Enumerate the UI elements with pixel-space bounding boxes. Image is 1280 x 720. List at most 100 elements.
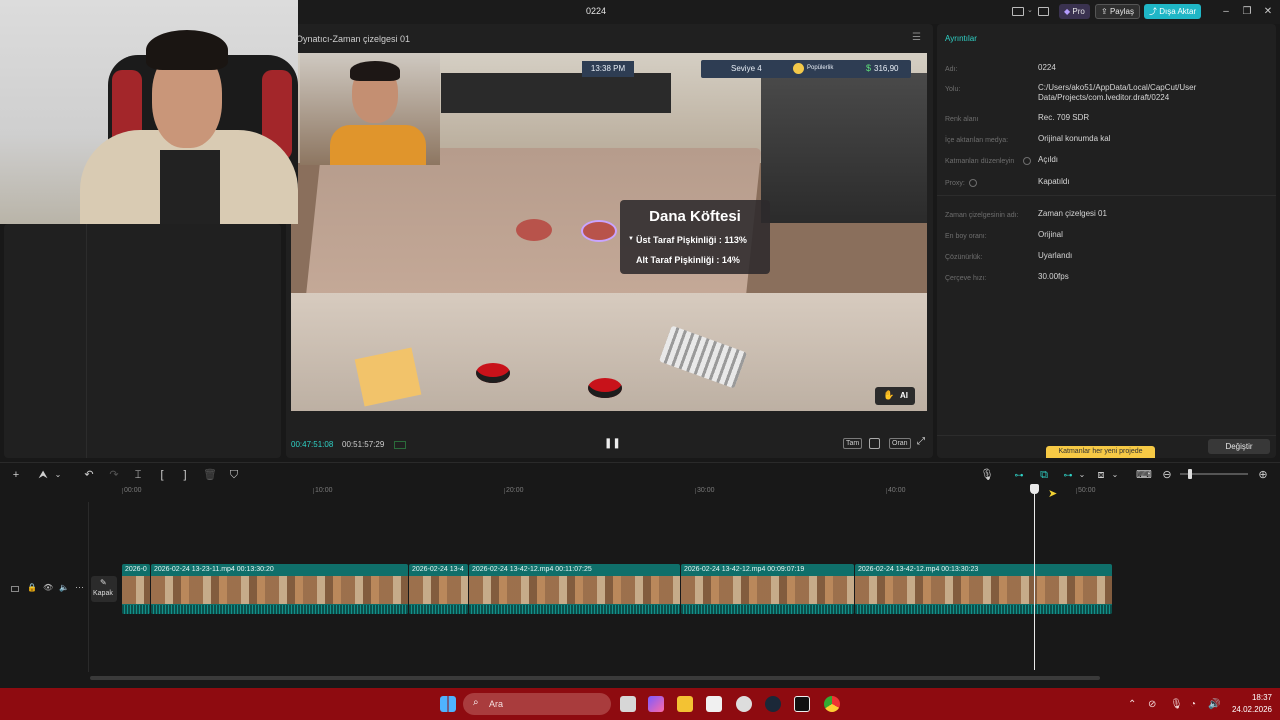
volume-icon[interactable]: 🔊 — [1208, 699, 1220, 710]
detail-label: Çerçeve hızı: — [945, 275, 987, 282]
ruler-tick — [695, 488, 696, 494]
player-title: Oynatıcı-Zaman çizelgesi 01 — [296, 34, 411, 44]
person-hair — [146, 30, 228, 70]
item-popup: Dana Köftesi ▼ Üst Taraf Pişkinliği : 11… — [620, 200, 770, 274]
info-icon[interactable] — [1023, 157, 1031, 165]
player-menu-icon[interactable]: ☰ — [912, 32, 921, 43]
edit-icon: ✎ — [100, 578, 107, 587]
timeline-scrollbar[interactable] — [90, 676, 1100, 680]
info-icon[interactable] — [969, 179, 977, 187]
search-icon: ⌕ — [473, 697, 479, 708]
focus-icon[interactable] — [869, 438, 880, 449]
steam-icon[interactable] — [765, 696, 781, 712]
trim-right-icon[interactable]: ] — [178, 468, 192, 482]
full-quality-button[interactable]: Tam — [843, 438, 863, 449]
speaker-icon[interactable]: 🔈 — [59, 583, 69, 592]
chevron-down-icon[interactable]: ⌄ — [1108, 468, 1122, 482]
clock-date[interactable]: 24.02.2026 — [1226, 705, 1272, 714]
export-button[interactable]: ⤴ Dışa Aktar — [1144, 4, 1202, 19]
track-toggle-icon[interactable] — [11, 586, 19, 592]
fullscreen-icon[interactable]: ⤢ — [917, 436, 925, 447]
microphone-icon[interactable]: 🎙 — [980, 468, 994, 482]
zoom-out-icon[interactable]: ⊖ — [1160, 468, 1174, 482]
add-icon[interactable]: + — [9, 468, 23, 482]
audio-meter-icon — [394, 441, 406, 449]
video-preview[interactable]: 13:38 PM Seviye 4 Popülerlik $ 316,90 Da… — [291, 53, 927, 411]
details-divider — [937, 195, 1276, 196]
close-button[interactable]: ✕ — [1261, 5, 1275, 19]
maximize-button[interactable]: ❐ — [1240, 5, 1254, 19]
caption-icon[interactable]: ⌨ — [1136, 468, 1152, 482]
change-button[interactable]: Değiştir — [1208, 439, 1270, 454]
delete-icon[interactable]: 🗑 — [203, 468, 217, 482]
video-clip[interactable]: 2026-02-24 13-23-11.mp4 00:13:30:20 — [151, 564, 408, 614]
network-icon[interactable]: ⊘ — [1148, 699, 1156, 710]
diamond-icon: ◆ — [1064, 7, 1071, 16]
ruler-label: 20:00 — [506, 487, 524, 494]
link-main-track-icon[interactable]: ⊶ — [1012, 468, 1026, 482]
shield-icon[interactable]: ⛉ — [227, 468, 241, 482]
taskbar-search[interactable]: ⌕ Ara — [463, 693, 611, 715]
zoom-in-icon[interactable]: ⊕ — [1256, 468, 1270, 482]
taskbar: ⌃ ⊘ 🎙 ◔ 🔊 18:37 24.02.2026 — [0, 688, 1280, 720]
video-clip[interactable]: 2026-02-24 13-42-12.mp4 00:13:30:23 — [855, 564, 1112, 614]
total-time: 00:51:57:29 — [342, 440, 385, 449]
share-button[interactable]: ⇪ Paylaş — [1095, 4, 1140, 19]
dollar-icon: $ — [866, 63, 872, 73]
detail-label: Katmanları düzenleyin — [945, 158, 1015, 165]
clock-time[interactable]: 18:37 — [1230, 693, 1272, 702]
trim-left-icon[interactable]: [ — [155, 468, 169, 482]
detail-label: Renk alanı — [945, 116, 979, 123]
chrome-icon[interactable] — [824, 696, 840, 712]
zoom-slider[interactable] — [1180, 469, 1248, 479]
capcut-icon[interactable] — [794, 696, 810, 712]
video-clip[interactable]: 2026-0 — [122, 564, 150, 614]
timeline-panel: + ⮝ ⌄ ↶ ↷ ⌶ [ ] 🗑 ⛉ 🎙 ⊶ ⧉ ⊶ ⌄ ⧈ ⌄ ⌨ ⊖ ⊕ … — [0, 462, 1280, 688]
undo-icon[interactable]: ↶ — [82, 468, 96, 482]
ai-button[interactable]: ✋ AI — [875, 387, 915, 405]
video-clip[interactable]: 2026-02-24 13-4 — [409, 564, 468, 614]
pro-button[interactable]: ◆ Pro — [1059, 4, 1090, 19]
popup-line-top: Üst Taraf Pişkinliği : 113% — [636, 235, 747, 245]
ratio-button[interactable]: Oran — [889, 438, 911, 449]
timeline-top-divider — [0, 462, 1280, 463]
streamer-inset — [300, 53, 440, 165]
chevron-down-icon[interactable]: ⌄ — [1027, 6, 1033, 14]
preview-axis-icon[interactable]: ⧈ — [1094, 468, 1108, 482]
eye-icon[interactable]: 👁 — [43, 583, 53, 592]
more-icon[interactable]: ⋯ — [75, 582, 84, 593]
task-view-icon[interactable] — [620, 696, 636, 712]
redo-icon[interactable]: ↷ — [107, 468, 121, 482]
magnet-icon[interactable]: ⧉ — [1037, 468, 1051, 482]
copilot-icon[interactable] — [648, 696, 664, 712]
chevron-down-icon[interactable]: ⌄ — [51, 468, 65, 482]
select-cursor-icon[interactable]: ⮝ — [36, 468, 50, 482]
playhead[interactable] — [1034, 484, 1035, 670]
wifi-icon[interactable]: ◔ — [1190, 699, 1196, 710]
details-footer-divider — [937, 435, 1276, 436]
settings-icon[interactable] — [736, 696, 752, 712]
video-clip[interactable]: 2026-02-24 13-42-12.mp4 00:09:07:19 — [681, 564, 854, 614]
microphone-icon[interactable]: 🎙 — [1170, 699, 1183, 710]
chevron-up-icon[interactable]: ⌃ — [1128, 699, 1136, 710]
layout-icon[interactable] — [1012, 7, 1024, 16]
keyboard-icon[interactable] — [1038, 7, 1049, 16]
split-icon[interactable]: ⌶ — [131, 468, 145, 482]
zoom-slider-handle[interactable] — [1188, 469, 1192, 479]
detail-value: Uyarlandı — [1038, 251, 1073, 260]
link-icon[interactable]: ⊶ — [1061, 468, 1075, 482]
person-shirt — [160, 150, 220, 224]
store-icon[interactable] — [706, 696, 722, 712]
pause-button[interactable]: ❚❚ — [604, 438, 621, 449]
video-clip[interactable]: 2026-02-24 13-42-12.mp4 00:11:07:25 — [469, 564, 680, 614]
cover-button[interactable]: ✎ Kapak — [91, 576, 117, 602]
playhead-handle[interactable] — [1030, 484, 1039, 494]
player-panel: Oynatıcı-Zaman çizelgesi 01 ☰ 13:38 PM S… — [286, 24, 933, 458]
file-explorer-icon[interactable] — [677, 696, 693, 712]
chevron-down-icon[interactable]: ⌄ — [1075, 468, 1089, 482]
lock-icon[interactable]: 🔒 — [27, 583, 37, 592]
detail-value: Zaman çizelgesi 01 — [1038, 209, 1107, 218]
minimize-button[interactable]: – — [1219, 5, 1233, 19]
popup-title: Dana Köftesi — [649, 208, 741, 225]
windows-start-icon[interactable] — [440, 696, 456, 712]
